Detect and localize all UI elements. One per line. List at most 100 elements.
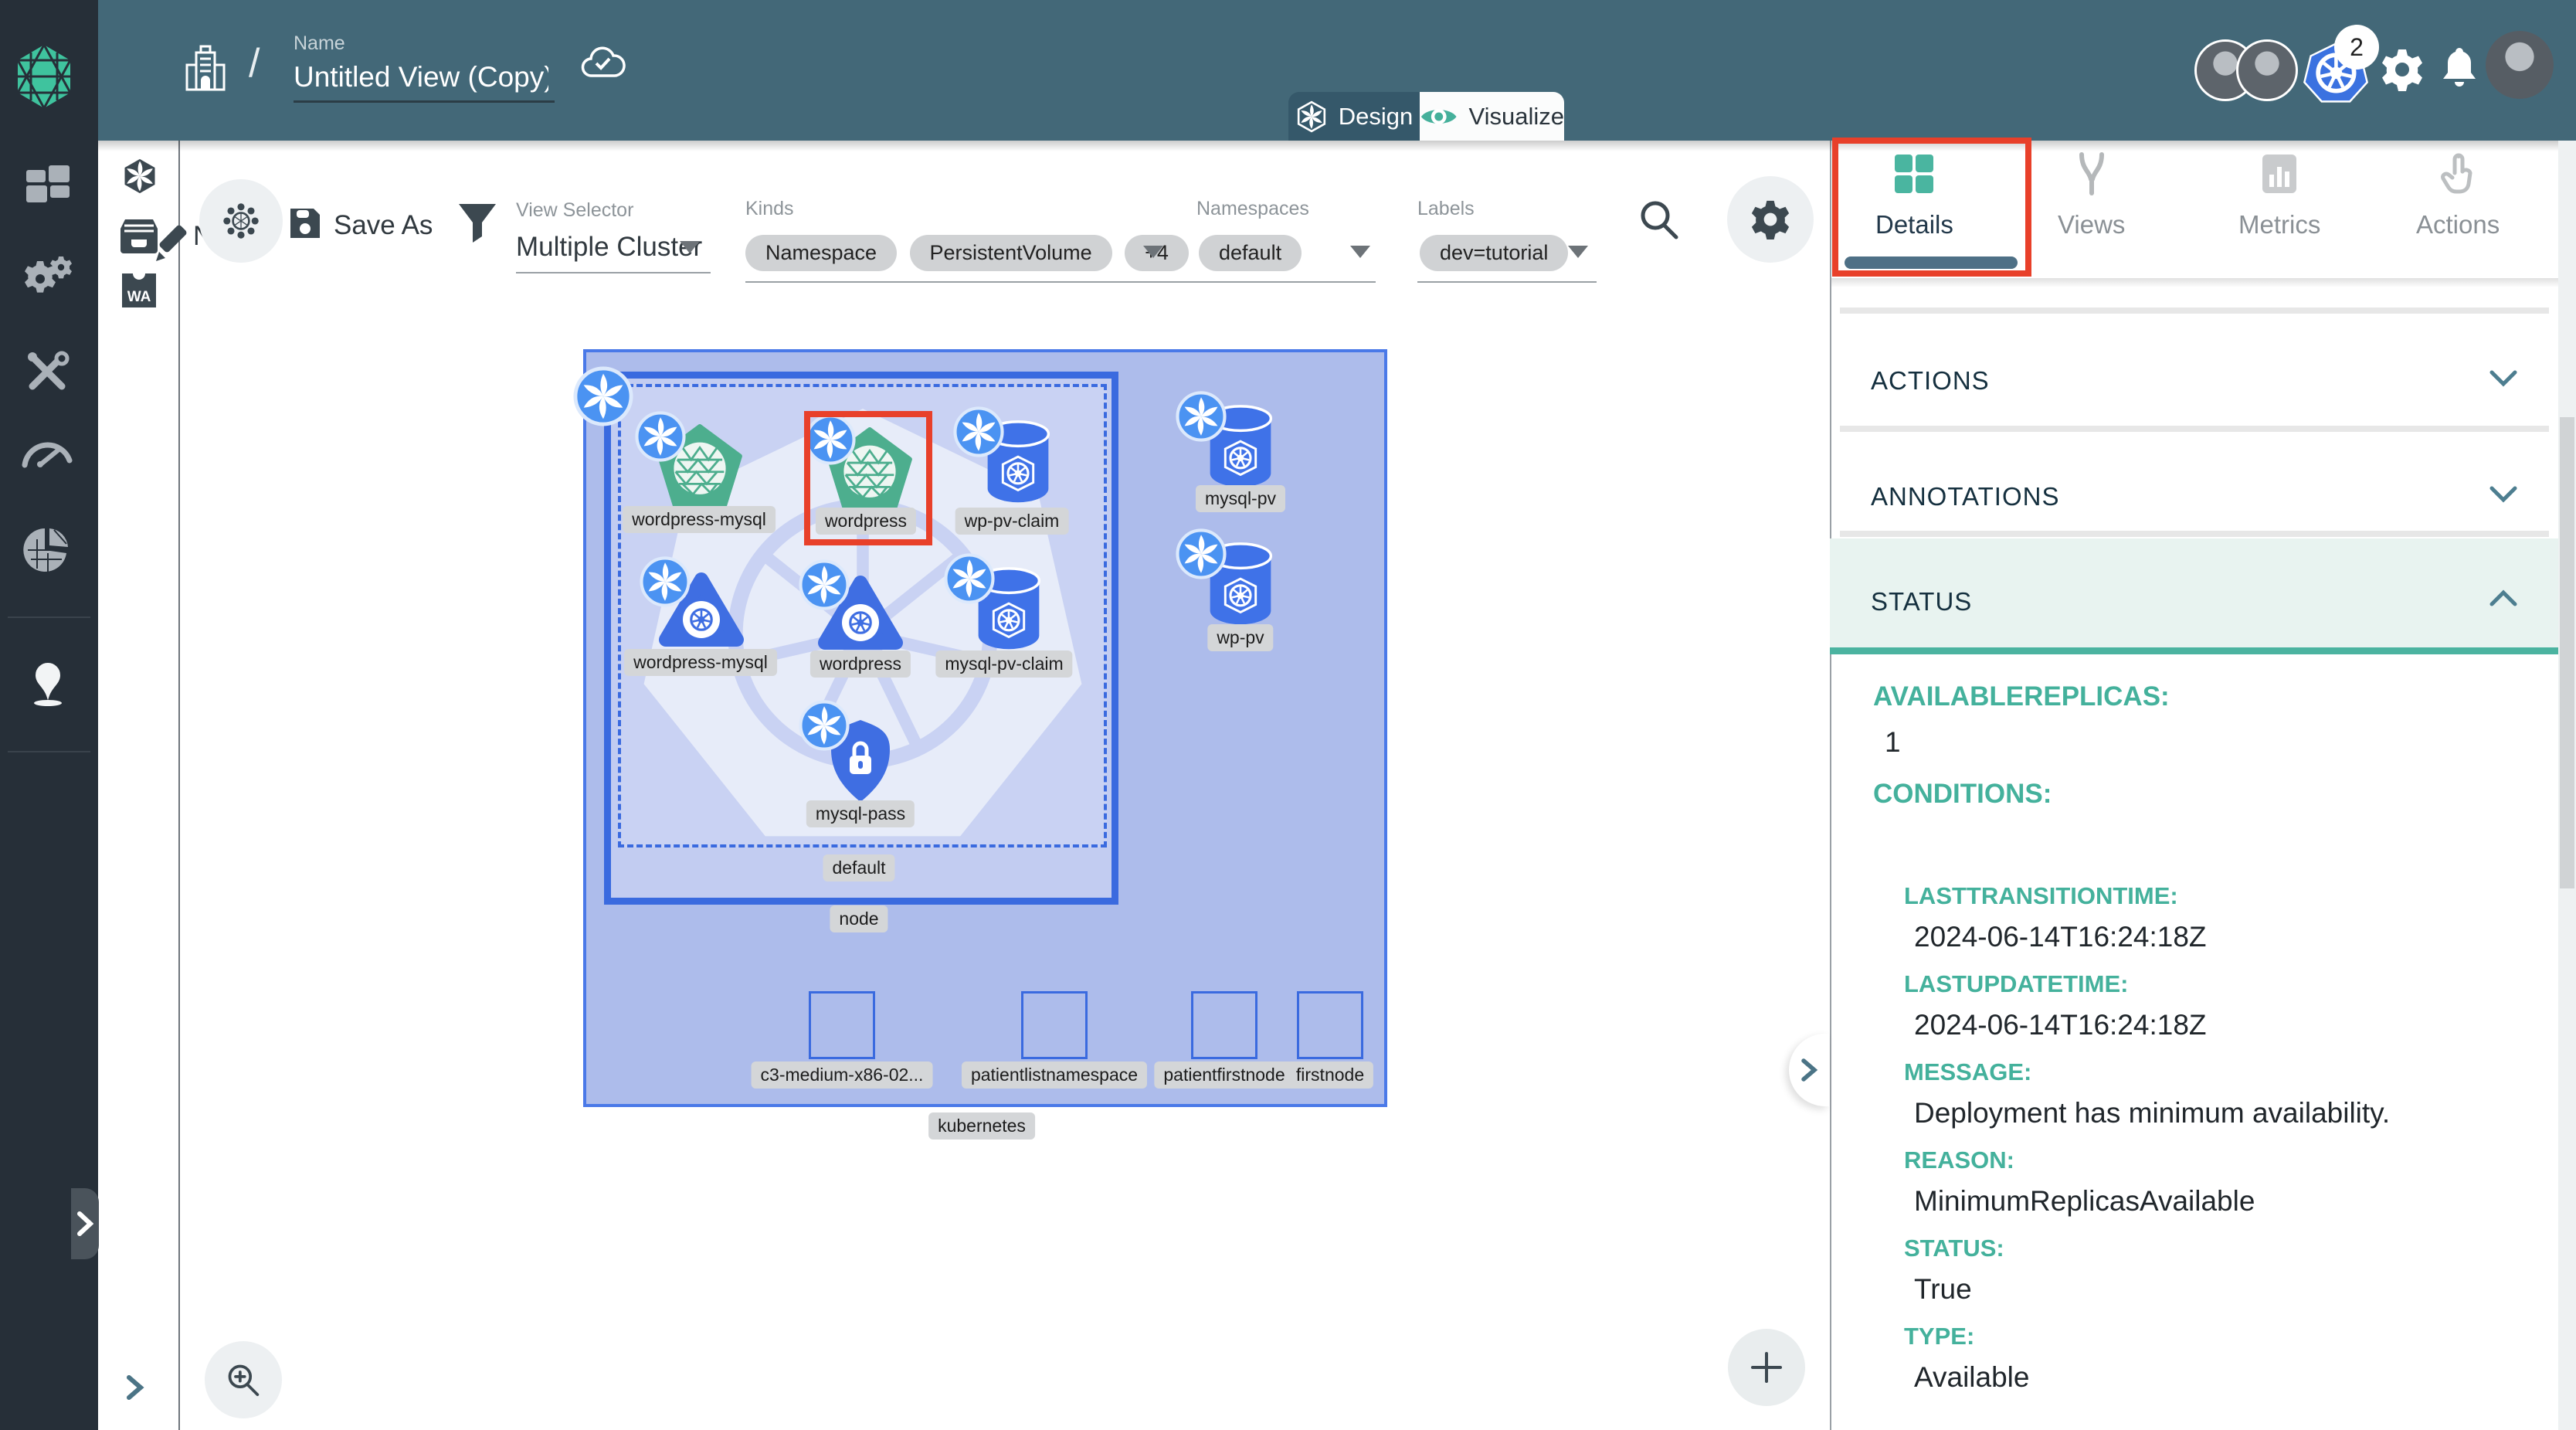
chevron-up-icon[interactable] (2489, 589, 2518, 611)
status-field-label: MESSAGE: (1904, 1058, 2031, 1086)
namespaces-underline (1196, 281, 1376, 283)
service-node-wordpress[interactable] (825, 426, 915, 517)
pv-node-wp-pv[interactable] (1202, 539, 1279, 637)
dock-divider-line (178, 141, 180, 1430)
save-icon (287, 205, 323, 245)
gear-icon (1750, 199, 1790, 239)
sidebar-item-dashboard[interactable] (25, 164, 71, 208)
view-name-input[interactable] (292, 60, 550, 94)
edit-pencil-icon[interactable] (151, 222, 195, 270)
view-selector-underline (516, 272, 711, 273)
status-field-value: 1 (1885, 726, 1901, 759)
meshery-badge-icon (799, 700, 850, 755)
tab-views[interactable]: Views (2058, 151, 2125, 239)
kind-chip[interactable]: PersistentVolume (910, 235, 1112, 271)
view-selector-value[interactable]: Multiple Cluster (516, 232, 702, 263)
breadcrumb-slash: / (249, 40, 260, 87)
node-label: wordpress (816, 508, 916, 535)
kinds-caret[interactable] (1143, 246, 1163, 258)
workload-node-wordpress-mysql[interactable] (658, 570, 745, 653)
infra-node-square[interactable] (1021, 991, 1088, 1059)
cluster-label: kubernetes (928, 1112, 1035, 1140)
labels-caret[interactable] (1568, 246, 1588, 258)
status-field-value: Deployment has minimum availability. (1914, 1097, 2390, 1129)
sidebar-item-configuration[interactable] (23, 348, 71, 399)
view-selector-label: View Selector (516, 199, 633, 222)
context-count-badge: 2 (2334, 25, 2379, 70)
chevron-down-icon[interactable] (2489, 485, 2518, 508)
namespaces-filter-chips[interactable]: default (1199, 235, 1311, 271)
section-annotations-header[interactable]: ANNOTATIONS (1871, 482, 2059, 511)
namespaces-caret[interactable] (1350, 246, 1370, 258)
canvas-settings-fab[interactable] (1727, 176, 1814, 263)
infra-node-square[interactable] (1297, 991, 1363, 1059)
section-status-header[interactable]: STATUS (1871, 587, 1972, 616)
tab-actions-label: Actions (2416, 210, 2500, 239)
dock-collapse-chevron[interactable] (125, 1374, 145, 1405)
service-node-wordpress-mysql[interactable] (655, 423, 745, 514)
user-avatar[interactable] (2486, 31, 2554, 99)
namespace-chip[interactable]: default (1199, 235, 1302, 271)
meshery-badge-icon (805, 414, 856, 469)
cloud-saved-icon (581, 45, 626, 86)
labels-filter-label: Labels (1417, 198, 1475, 220)
tab-actions[interactable]: Actions (2416, 151, 2500, 239)
infra-node-square[interactable] (809, 991, 875, 1059)
label-chip[interactable]: dev=tutorial (1420, 235, 1568, 271)
notifications-bell-icon[interactable] (2439, 45, 2479, 93)
add-fab[interactable] (1728, 1329, 1805, 1406)
organization-icon[interactable] (184, 45, 227, 97)
tab-design-label: Design (1339, 103, 1414, 131)
tab-views-label: Views (2058, 210, 2125, 239)
zoom-in-fab[interactable] (205, 1341, 282, 1418)
kind-chip[interactable]: Namespace (745, 235, 897, 271)
status-field-value: True (1914, 1273, 1972, 1306)
designs-swirl-icon[interactable] (120, 156, 160, 200)
sidebar-item-extensions[interactable] (23, 527, 71, 577)
pvc-node-wp-pv-claim[interactable] (979, 417, 1057, 515)
infra-node-square[interactable] (1191, 991, 1257, 1059)
settings-icon[interactable] (2381, 48, 2424, 95)
filter-funnel-icon[interactable] (457, 202, 497, 248)
sidebar-item-performance[interactable] (22, 434, 73, 472)
labels-underline (1417, 281, 1597, 283)
labels-filter-chips[interactable]: dev=tutorial (1420, 235, 1577, 271)
plus-icon (1750, 1350, 1784, 1384)
shapes-fab-button[interactable] (199, 179, 283, 263)
collaborator-avatar[interactable] (2236, 39, 2298, 101)
tab-details[interactable]: Details (1875, 151, 1953, 239)
pvc-node-mysql-pv-claim[interactable] (970, 564, 1047, 662)
tab-metrics[interactable]: Metrics (2238, 151, 2320, 239)
view-selector-caret[interactable] (680, 241, 700, 253)
sidebar-item-lifecycle[interactable] (22, 255, 73, 304)
meshery-logo[interactable] (15, 43, 73, 114)
kinds-filter-chips[interactable]: Namespace PersistentVolume +4 (745, 235, 1198, 271)
shapes-cluster-icon (221, 201, 261, 241)
infra-node-label: patientfirstnode (1154, 1061, 1294, 1089)
visualize-eye-icon (1420, 104, 1458, 130)
section-actions-header[interactable]: ACTIONS (1871, 366, 1990, 396)
tabs-shadow (1831, 278, 2558, 287)
secret-node-mysql-pass[interactable] (822, 715, 899, 810)
meshery-badge-icon (573, 366, 633, 430)
save-as-button[interactable]: Save As (334, 210, 433, 241)
tab-design[interactable]: Design (1288, 92, 1420, 141)
search-icon[interactable] (1636, 196, 1682, 246)
wasm-filter-icon[interactable]: WA (120, 272, 158, 313)
node-label: wordpress-mysql (624, 649, 777, 676)
status-field-value: 2024-06-14T16:24:18Z (1914, 921, 2207, 953)
tab-metrics-label: Metrics (2238, 210, 2320, 239)
bar-chart-icon (2259, 151, 2300, 196)
workload-node-wordpress[interactable] (817, 573, 904, 656)
sidebar-item-kanvas-snapshot[interactable] (26, 661, 70, 715)
meshery-badge-icon (953, 406, 1004, 461)
scrollbar-thumb[interactable] (2560, 417, 2574, 888)
panel-expand-chevron[interactable] (1789, 1034, 1829, 1106)
sidebar-expand-button[interactable] (71, 1188, 99, 1259)
chevron-down-icon[interactable] (2489, 369, 2518, 392)
status-field-value: 2024-06-14T16:24:18Z (1914, 1009, 2207, 1041)
grid-icon (1892, 151, 1936, 196)
section-divider (1840, 531, 2549, 537)
tab-visualize[interactable]: Visualize (1420, 92, 1564, 141)
node-label: mysql-pass (806, 800, 915, 827)
